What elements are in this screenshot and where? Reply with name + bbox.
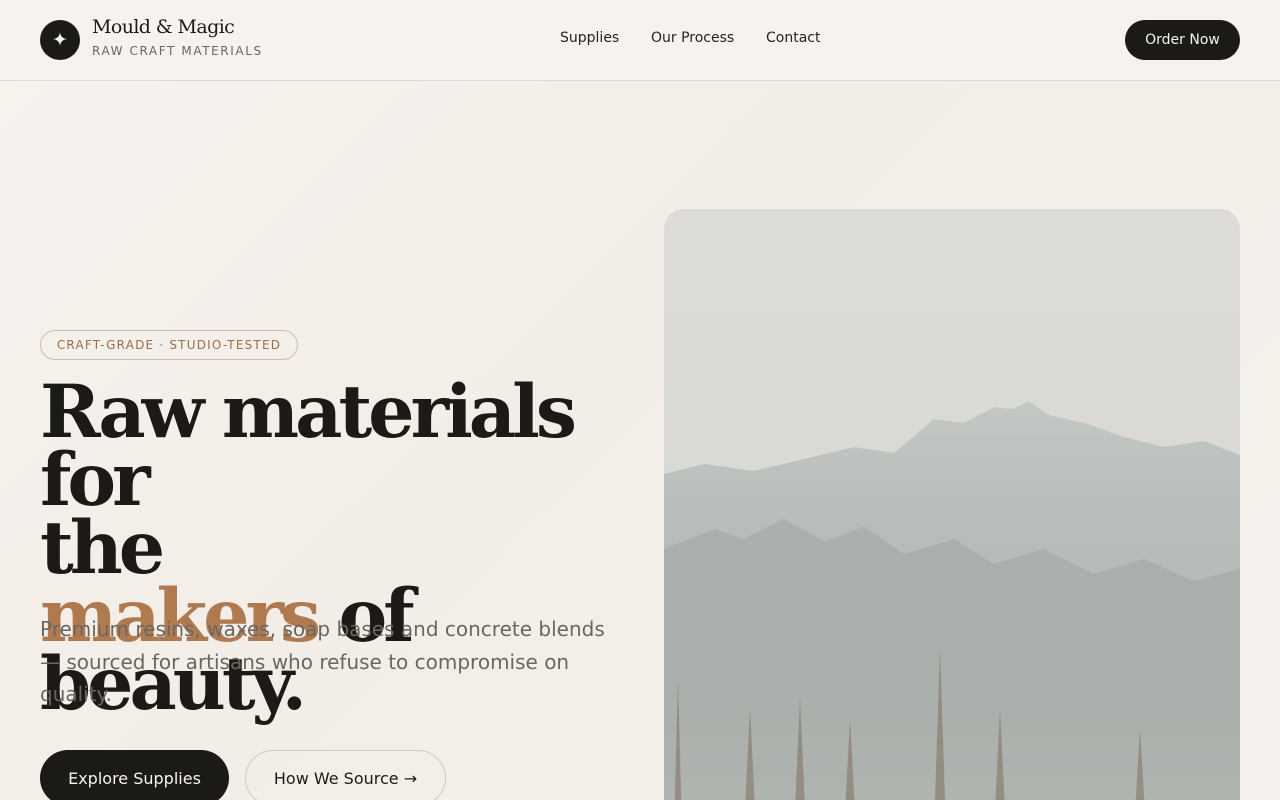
hero-subcopy: Premium resins, waxes, soap bases and co… [40,617,605,706]
mountain-illustration [664,209,1240,800]
site-header: ✦ Mould & Magic RAW CRAFT MATERIALS Supp… [0,0,1280,81]
hero-badge: CRAFT-GRADE · STUDIO-TESTED [40,330,298,360]
headline-line-1: Raw materials for [40,369,577,523]
brand-name[interactable]: Mould & Magic [92,16,235,38]
sparkle-icon[interactable]: ✦ [40,20,80,60]
hero-mountain-image [664,209,1240,800]
nav-link-contact[interactable]: Contact [766,30,820,46]
how-we-source-button[interactable]: How We Source → [245,750,446,800]
explore-supplies-button[interactable]: Explore Supplies [40,750,229,800]
brand-tagline: RAW CRAFT MATERIALS [92,44,263,58]
nav-link-our-process[interactable]: Our Process [651,30,734,46]
order-now-button[interactable]: Order Now [1125,20,1240,60]
nav-link-supplies[interactable]: Supplies [560,30,619,46]
